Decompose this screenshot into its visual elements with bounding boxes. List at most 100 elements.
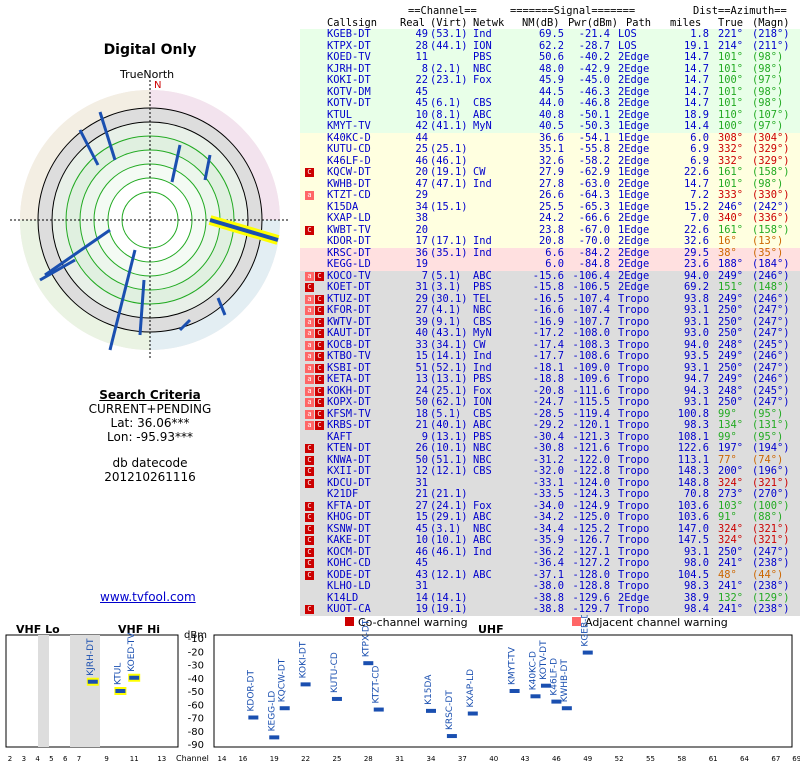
azimuth-true: 16° bbox=[718, 235, 737, 247]
callsign[interactable]: KOTV-DT bbox=[327, 97, 371, 110]
callsign[interactable]: KFOR-DT bbox=[327, 304, 371, 317]
table-row: a C KOPX-DT 50 (62.1) ION -24.7 -115.5 Tropo 93.1… bbox=[300, 396, 800, 409]
callsign[interactable]: KHOG-DT bbox=[327, 511, 371, 524]
dist-group-header: Dist bbox=[693, 5, 719, 17]
azimuth-group-header: ==Azimuth== bbox=[718, 5, 787, 17]
azimuth-true: 241° bbox=[718, 557, 744, 569]
co-channel-warning-icon: C bbox=[305, 536, 314, 545]
y-tick-label: -60 bbox=[188, 700, 204, 711]
callsign[interactable]: KTEN-DT bbox=[327, 442, 371, 455]
dist-miles: 14.7 bbox=[683, 97, 709, 109]
azimuth-magn: (97°) bbox=[752, 74, 784, 86]
callsign[interactable]: KOED-TV bbox=[327, 51, 371, 64]
bar-label: KJRH-DT bbox=[86, 638, 96, 676]
callsign[interactable]: KRBS-DT bbox=[327, 419, 371, 432]
azimuth-magn: (270°) bbox=[752, 488, 790, 500]
channel-bar bbox=[248, 715, 259, 720]
azimuth-true: 250° bbox=[718, 304, 744, 316]
network: ION bbox=[473, 396, 492, 408]
path: 2Edge bbox=[618, 97, 650, 109]
azimuth-true: 241° bbox=[718, 580, 744, 592]
path: 2Edge bbox=[618, 281, 650, 293]
pwr-dbm: -55.8 bbox=[578, 143, 610, 155]
pwr-dbm: -120.1 bbox=[572, 419, 610, 431]
callsign[interactable]: KTBO-TV bbox=[327, 350, 371, 363]
signal-group-header: =======Signal======= bbox=[510, 5, 636, 17]
azimuth-true: 101° bbox=[718, 97, 744, 109]
dist-miles: 70.8 bbox=[683, 488, 709, 500]
callsign[interactable]: KQCW-DT bbox=[327, 166, 371, 179]
callsign[interactable]: K21DF bbox=[327, 488, 358, 501]
virtual-channel: (44.1) bbox=[430, 39, 468, 52]
callsign[interactable]: KUOT-CA bbox=[327, 603, 371, 616]
virtual-channel: (13.1) bbox=[430, 373, 468, 385]
callsign[interactable]: KOHC-CD bbox=[327, 557, 371, 570]
path: Tropo bbox=[618, 396, 650, 408]
page-title: Digital Only bbox=[103, 42, 197, 58]
azimuth-magn: (336°) bbox=[752, 212, 790, 224]
co-channel-warning-icon: C bbox=[305, 467, 314, 476]
callsign[interactable]: KMYT-TV bbox=[327, 120, 371, 133]
site-link[interactable]: www.tvfool.com bbox=[100, 590, 196, 604]
adjacent-channel-warning-icon: a bbox=[305, 352, 314, 361]
callsign[interactable]: KETA-DT bbox=[327, 373, 371, 386]
co-channel-warning-icon: C bbox=[315, 421, 324, 430]
table-row: C KTEN-DT 26 (10.1) NBC -30.8 -121.6 Tropo 122.6… bbox=[300, 442, 800, 455]
callsign[interactable]: KGEB-DT bbox=[327, 28, 371, 41]
azimuth-magn: (13°) bbox=[752, 235, 784, 247]
azimuth-magn: (247°) bbox=[752, 304, 790, 316]
callsign[interactable]: KEGG-LD bbox=[327, 258, 371, 271]
pwr-dbm: -70.0 bbox=[578, 235, 610, 247]
x-tick-label: 69 bbox=[792, 755, 800, 763]
co-channel-warning-icon: C bbox=[305, 168, 314, 177]
x-tick-label: 6 bbox=[63, 755, 68, 763]
azimuth-true: 250° bbox=[718, 327, 744, 339]
real-channel: 50 bbox=[415, 396, 428, 408]
callsign[interactable]: KDOR-DT bbox=[327, 235, 371, 248]
callsign[interactable]: KUTU-CD bbox=[327, 143, 371, 156]
nm-db: 26.6 bbox=[538, 189, 564, 201]
azimuth-magn: (246°) bbox=[752, 350, 790, 362]
real-channel: 20 bbox=[415, 166, 428, 178]
y-tick-label: -90 bbox=[188, 740, 204, 751]
virtual-channel: (10.1) bbox=[430, 442, 468, 454]
real-channel: 27 bbox=[415, 304, 428, 316]
table-row: KUTU-CD 25 (25.1) 35.1 -55.8 2Edge 6.9 332° (329… bbox=[300, 143, 800, 156]
x-tick-label: 4 bbox=[35, 755, 40, 763]
search-criteria: Search Criteria CURRENT+PENDING Lat: 36.… bbox=[40, 388, 260, 484]
dist-miles: 98.0 bbox=[683, 557, 709, 569]
adjacent-channel-warning-icon: a bbox=[305, 421, 314, 430]
callsign[interactable]: KOET-DT bbox=[327, 281, 371, 294]
pwr-dbm: -84.8 bbox=[578, 258, 610, 270]
azimuth-true: 197° bbox=[718, 442, 744, 454]
azimuth-true: 249° bbox=[718, 350, 744, 362]
callsign[interactable]: KOKI-DT bbox=[327, 74, 371, 87]
callsign[interactable]: KOPX-DT bbox=[327, 396, 371, 409]
dist-miles: 93.1 bbox=[683, 396, 709, 408]
channel-bar bbox=[331, 696, 342, 701]
co-channel-warning-icon: C bbox=[305, 524, 314, 534]
callsign[interactable]: KXAP-LD bbox=[327, 212, 371, 225]
callsign[interactable]: KAUT-DT bbox=[327, 327, 371, 340]
pwr-dbm: -64.3 bbox=[578, 189, 610, 201]
callsign[interactable]: KTZT-CD bbox=[327, 189, 371, 202]
network: PBS bbox=[473, 281, 492, 293]
bar-label: KDOR-DT bbox=[246, 670, 256, 712]
virtual-channel: (23.1) bbox=[430, 74, 468, 86]
path: 1Edge bbox=[618, 166, 650, 178]
virtual-channel: (43.1) bbox=[430, 327, 468, 339]
bar-label: K40KC-D bbox=[529, 651, 539, 690]
co-channel-warning-icon: C bbox=[305, 605, 314, 614]
virtual-channel: (17.1) bbox=[430, 235, 468, 247]
real-channel: 21 bbox=[415, 419, 428, 431]
x-tick-label: 22 bbox=[301, 755, 310, 763]
callsign[interactable]: KLHO-LD bbox=[327, 580, 371, 593]
pwr-dbm: -127.2 bbox=[572, 557, 610, 569]
real-channel: 31 bbox=[415, 281, 428, 293]
azimuth-magn: (98°) bbox=[752, 97, 784, 109]
co-channel-warning-icon: C bbox=[315, 363, 324, 373]
callsign[interactable]: KXII-DT bbox=[327, 465, 371, 478]
azimuth-true: 100° bbox=[718, 120, 744, 132]
virtual-channel: (62.1) bbox=[430, 396, 468, 408]
callsign[interactable]: KAKE-DT bbox=[327, 534, 371, 547]
